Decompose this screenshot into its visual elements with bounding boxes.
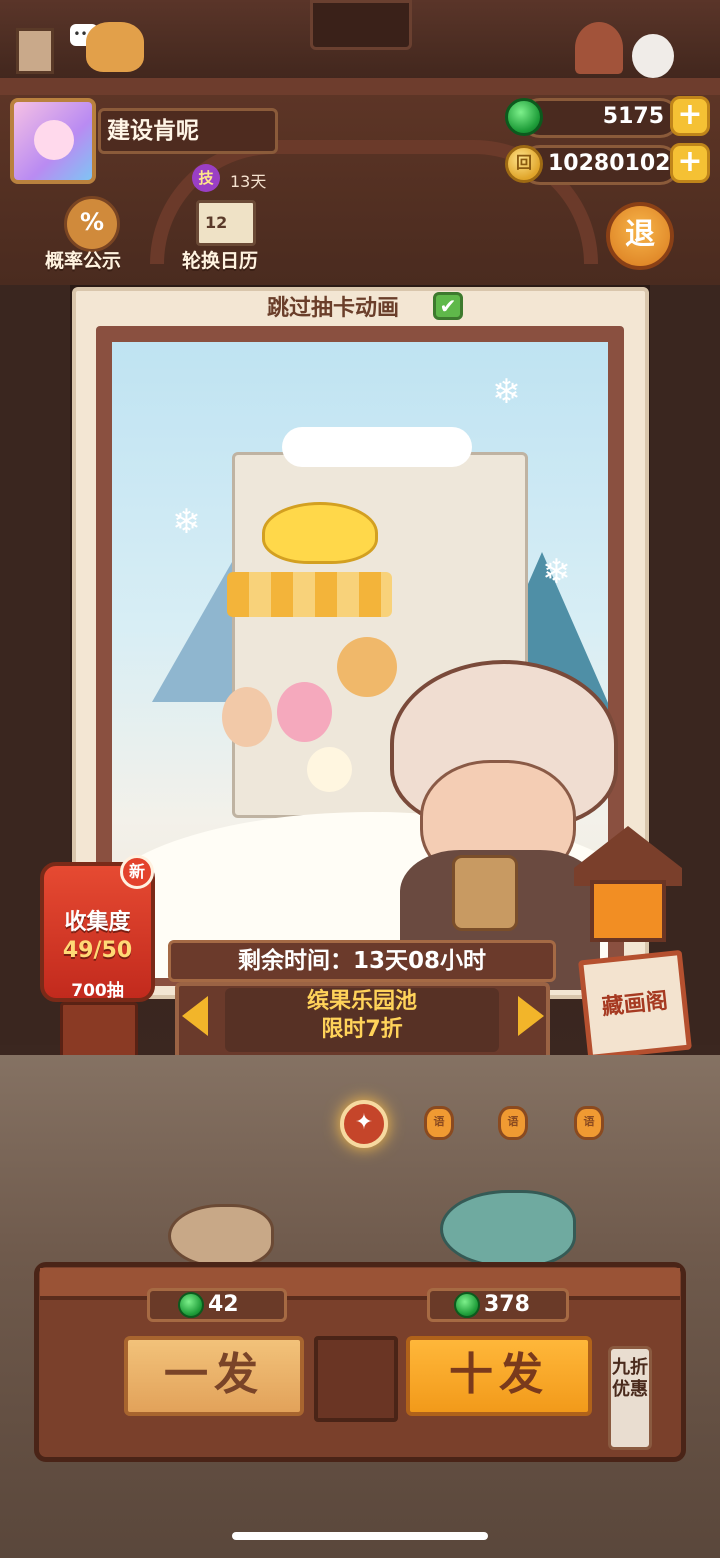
skill-days: 13天	[230, 172, 267, 191]
roof-snow	[282, 427, 472, 467]
avatar-face	[34, 120, 74, 160]
new-badge: 新	[120, 855, 154, 889]
single-draw-button[interactable]: 一发	[124, 1336, 304, 1416]
pager-dot[interactable]: 语	[424, 1106, 454, 1140]
character-decoration	[575, 22, 623, 74]
pager-dot[interactable]: 语	[498, 1106, 528, 1140]
pool-discount: 限时7折	[321, 1017, 403, 1042]
wall-frame-decoration	[16, 28, 54, 74]
owl-sign-decoration	[310, 0, 412, 50]
gallery-button[interactable]: 藏画阁	[578, 949, 692, 1061]
pool-name: 缤果乐园池	[306, 989, 417, 1014]
snowflake-icon: ❄	[542, 552, 571, 592]
counter-pillar	[314, 1336, 398, 1422]
coin-amount: 10280102	[548, 151, 671, 176]
previous-pool-arrow-icon[interactable]	[182, 996, 208, 1036]
next-pool-arrow-icon[interactable]	[518, 996, 544, 1036]
collection-label: 收集度	[64, 910, 131, 935]
discount-tag: 九折优惠	[608, 1346, 652, 1450]
fish-figure-single	[168, 1204, 274, 1268]
avatar[interactable]	[10, 98, 96, 184]
player-name: 建设肯呢	[98, 108, 278, 154]
banana-sign	[262, 502, 378, 564]
ten-draw-button[interactable]: 十发	[406, 1336, 592, 1416]
white-cat-decoration	[632, 34, 674, 78]
jade-icon	[178, 1292, 204, 1318]
counter-top	[40, 1268, 680, 1300]
featured-character-cup	[452, 855, 518, 931]
skill-badge-icon[interactable]: 技	[192, 164, 220, 192]
snowflake-icon: ❄	[492, 372, 521, 412]
rotation-calendar-button[interactable]: 轮换日历	[182, 246, 258, 273]
collection-progress: 49/50	[62, 938, 133, 963]
collection-draws: 700抽	[71, 981, 124, 1001]
snowflake-icon: ❄	[172, 502, 201, 542]
lantern-light	[590, 880, 666, 942]
skip-animation-label[interactable]: 跳过抽卡动画	[267, 290, 399, 322]
jade-amount: 5175	[602, 104, 664, 129]
pager-dot[interactable]: 语	[574, 1106, 604, 1140]
chibi-character	[307, 747, 352, 792]
exit-button[interactable]: 退	[606, 202, 674, 270]
calendar-icon[interactable]: 12	[196, 200, 256, 246]
coin-icon: 回	[505, 145, 543, 183]
probability-button[interactable]: 概率公示	[45, 246, 121, 273]
add-coins-button[interactable]: +	[670, 143, 710, 183]
ten-price: 378	[484, 1292, 530, 1317]
time-remaining: 剩余时间：13天08小时	[168, 940, 556, 982]
skip-animation-checkbox[interactable]: ✔	[433, 292, 463, 320]
chibi-character	[222, 687, 272, 747]
probability-icon[interactable]: %	[64, 196, 120, 252]
add-jade-button[interactable]: +	[670, 96, 710, 136]
cat-reading-decoration	[86, 22, 144, 72]
jade-icon	[505, 98, 543, 136]
home-indicator[interactable]	[232, 1532, 488, 1540]
chibi-character	[277, 682, 332, 742]
pager-dot-active[interactable]: ✦	[340, 1100, 388, 1148]
chibi-character	[337, 637, 397, 697]
fish-figure-ten	[440, 1190, 576, 1268]
single-price: 42	[208, 1292, 239, 1317]
shop-awning	[227, 572, 392, 617]
jade-icon	[454, 1292, 480, 1318]
